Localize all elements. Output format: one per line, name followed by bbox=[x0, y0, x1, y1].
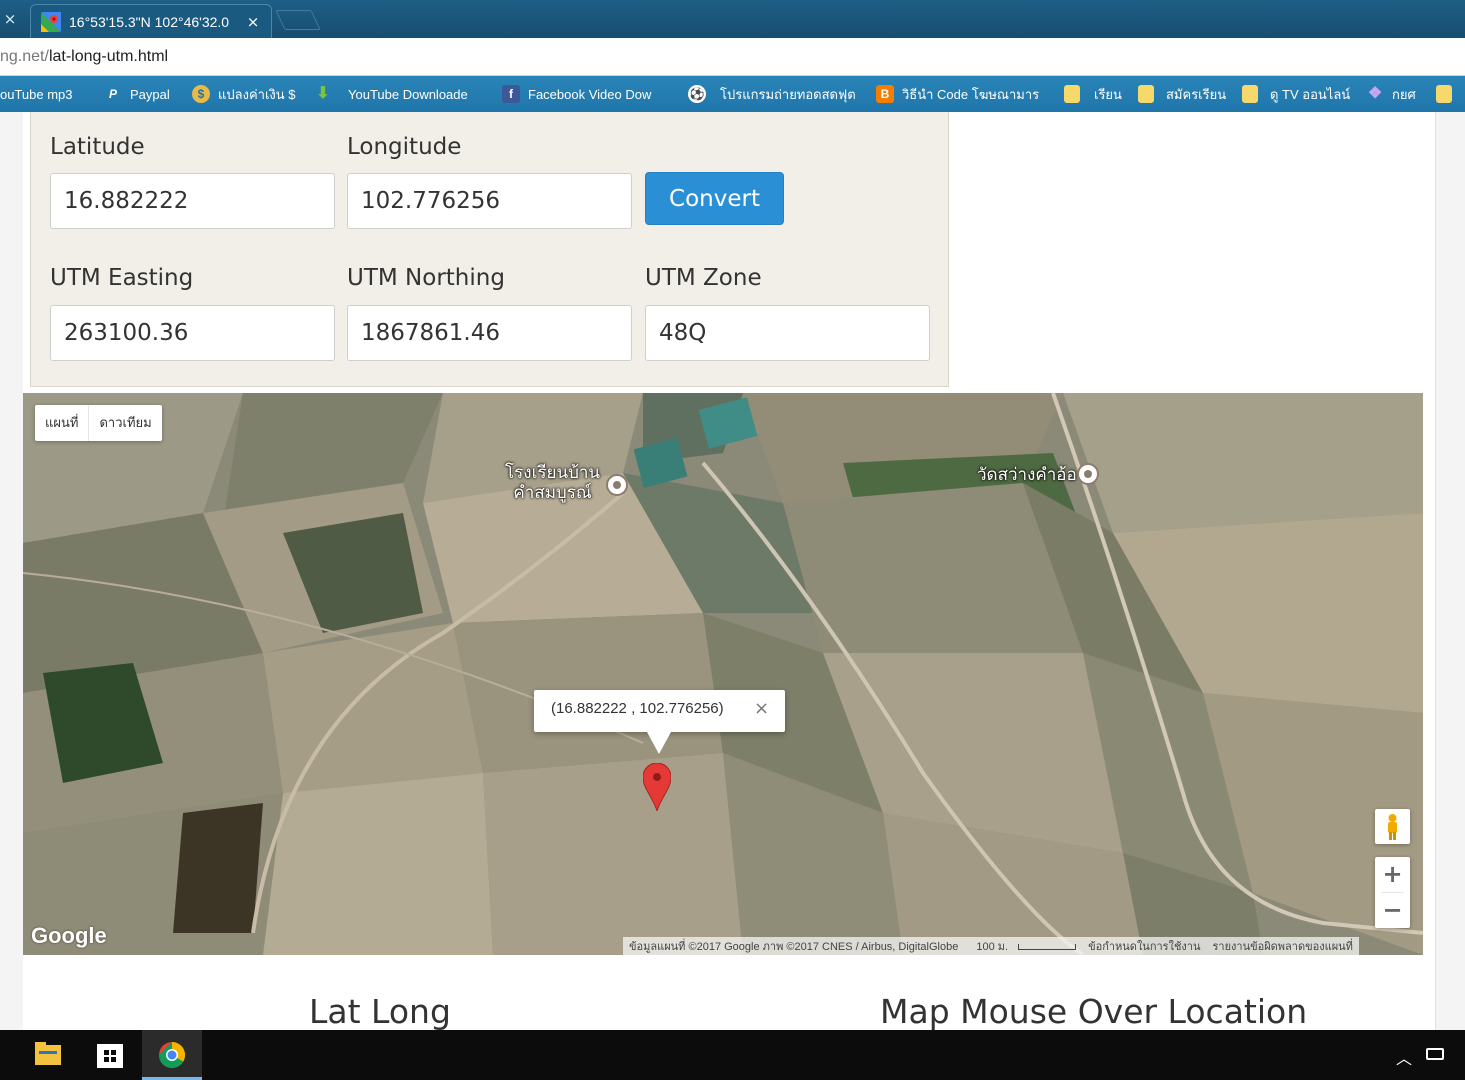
folder-icon bbox=[1138, 85, 1154, 103]
lat-long-heading: Lat Long bbox=[309, 992, 451, 1030]
previous-tab-close-icon[interactable]: × bbox=[0, 7, 20, 31]
terms-of-use-link[interactable]: ข้อกำหนดในการใช้งาน bbox=[1082, 937, 1206, 955]
school-poi-icon[interactable] bbox=[606, 474, 628, 496]
folder-icon bbox=[1436, 85, 1452, 103]
browser-tab[interactable]: 16°53'15.3"N 102°46'32.0 × bbox=[30, 4, 272, 38]
map-type-map-button[interactable]: แผนที่ bbox=[35, 405, 88, 441]
url-path: lat-long-utm.html bbox=[48, 48, 169, 65]
satellite-imagery bbox=[23, 393, 1423, 955]
folder-icon bbox=[1242, 85, 1258, 103]
bookmark-facebook-video[interactable]: f Facebook Video Dow bbox=[502, 82, 674, 106]
battery-icon[interactable] bbox=[1426, 1048, 1444, 1060]
bookmark-folder-learn[interactable]: เรียน bbox=[1064, 82, 1128, 106]
bookmark-youtube-downloader[interactable]: ⬇ YouTube Downloade bbox=[314, 82, 486, 106]
utm-zone-label: UTM Zone bbox=[645, 265, 762, 291]
converter-form: Latitude 16.882222 Longitude 102.776256 … bbox=[30, 112, 949, 387]
utm-northing-label: UTM Northing bbox=[347, 265, 505, 291]
file-explorer-icon[interactable] bbox=[18, 1030, 78, 1080]
mouse-over-heading: Map Mouse Over Location bbox=[880, 992, 1308, 1030]
url-domain: ng.net/ bbox=[0, 48, 49, 65]
page-viewport: Latitude 16.882222 Longitude 102.776256 … bbox=[0, 112, 1465, 1030]
convert-button[interactable]: Convert bbox=[645, 172, 784, 225]
bookmark-folder-enroll[interactable]: สมัครเรียน bbox=[1138, 82, 1232, 106]
address-bar[interactable]: ng.net/lat-long-utm.html bbox=[0, 38, 1465, 76]
pegman-figure-icon bbox=[1388, 814, 1397, 840]
bookmark-label: YouTube Downloade bbox=[348, 86, 468, 102]
facebook-icon: f bbox=[502, 85, 520, 103]
bookmark-paypal[interactable]: P Paypal bbox=[104, 82, 190, 106]
zoom-control: + − bbox=[1375, 857, 1410, 928]
street-view-pegman-icon[interactable] bbox=[1375, 809, 1410, 844]
info-window-coordinates: (16.882222 , 102.776256) bbox=[551, 700, 724, 717]
temple-map-label[interactable]: วัดสว่างคำอ้อ bbox=[977, 465, 1077, 485]
zoom-out-button[interactable]: − bbox=[1375, 893, 1410, 928]
scale-label: 100 ม. bbox=[976, 941, 1009, 953]
google-logo[interactable]: Google bbox=[31, 923, 107, 949]
bookmark-youtube-mp3[interactable]: ouTube mp3 bbox=[0, 82, 92, 106]
scale-bar bbox=[1018, 944, 1077, 950]
football-icon: ⚽ bbox=[688, 85, 706, 103]
map-type-control: แผนที่ ดาวเทียม bbox=[35, 405, 162, 441]
utm-zone-input[interactable]: 48Q bbox=[645, 305, 930, 361]
bookmark-label: กยศ bbox=[1392, 86, 1416, 102]
google-maps-favicon-icon bbox=[41, 12, 61, 32]
currency-icon: $ bbox=[192, 85, 210, 103]
bookmark-label: วิธีนำ Code โฆษณามาร bbox=[902, 86, 1040, 102]
map-data-attribution: ข้อมูลแผนที่ ©2017 Google ภาพ ©2017 CNES… bbox=[629, 941, 959, 953]
school-label-line2: คำสมบูรณ์ bbox=[513, 483, 592, 503]
temple-poi-icon[interactable] bbox=[1077, 463, 1099, 485]
utm-easting-label: UTM Easting bbox=[50, 265, 194, 291]
download-arrow-icon: ⬇ bbox=[316, 85, 330, 102]
longitude-label: Longitude bbox=[347, 134, 462, 160]
bookmark-label: ouTube mp3 bbox=[0, 86, 73, 102]
store-bag-icon bbox=[97, 1044, 123, 1068]
folder-glyph-icon bbox=[35, 1042, 61, 1065]
bookmark-label: แปลงค่าเงิน $ bbox=[218, 86, 296, 102]
tab-title: 16°53'15.3"N 102°46'32.0 bbox=[69, 14, 230, 30]
chevron-up-icon[interactable]: ︿ bbox=[1396, 1045, 1412, 1069]
chrome-icon bbox=[158, 1041, 186, 1069]
store-icon[interactable] bbox=[80, 1030, 140, 1080]
location-marker-icon[interactable] bbox=[643, 763, 671, 811]
bookmark-label: Facebook Video Dow bbox=[528, 86, 652, 102]
bookmark-football-stream[interactable]: ⚽ โปรแกรมถ่ายทอดสดฟุต bbox=[688, 82, 860, 106]
url-text[interactable]: ng.net/lat-long-utm.html bbox=[0, 47, 168, 67]
bookmark-label: เรียน bbox=[1094, 86, 1122, 102]
bookmark-folder-more[interactable] bbox=[1436, 82, 1465, 106]
bookmark-folder-tv[interactable]: ดู TV ออนไลน์ bbox=[1242, 82, 1358, 106]
map-type-satellite-button[interactable]: ดาวเทียม bbox=[88, 405, 161, 441]
utm-easting-input[interactable]: 263100.36 bbox=[50, 305, 335, 361]
windows-taskbar: ︿ bbox=[0, 1030, 1465, 1080]
latitude-input[interactable]: 16.882222 bbox=[50, 173, 335, 229]
zoom-in-button[interactable]: + bbox=[1375, 857, 1410, 892]
bookmark-label: สมัครเรียน bbox=[1166, 86, 1227, 102]
marker-info-window: (16.882222 , 102.776256) × bbox=[534, 690, 785, 754]
map-attribution-bar: ข้อมูลแผนที่ ©2017 Google ภาพ ©2017 CNES… bbox=[623, 937, 1359, 955]
diamond-icon: ❖ bbox=[1367, 85, 1383, 102]
bookmark-label: ดู TV ออนไลน์ bbox=[1270, 86, 1351, 102]
folder-icon bbox=[1064, 85, 1080, 103]
bookmark-kyos[interactable]: ❖ กยศ bbox=[1366, 82, 1426, 106]
scale-control[interactable]: 100 ม. bbox=[964, 937, 1082, 955]
report-map-error-link[interactable]: รายงานข้อผิดพลาดของแผนที่ bbox=[1206, 937, 1358, 955]
info-window-close-icon[interactable]: × bbox=[754, 698, 769, 719]
longitude-input[interactable]: 102.776256 bbox=[347, 173, 632, 229]
chrome-taskbar-button[interactable] bbox=[142, 1030, 202, 1080]
bookmark-currency[interactable]: $ แปลงค่าเงิน $ bbox=[192, 82, 304, 106]
latitude-label: Latitude bbox=[50, 134, 145, 160]
school-map-label[interactable]: โรงเรียนบ้าน คำสมบูรณ์ bbox=[505, 463, 600, 503]
map-canvas[interactable]: แผนที่ ดาวเทียม โรงเรียนบ้าน คำสมบูรณ์ ว… bbox=[23, 393, 1423, 955]
bookmark-label: Paypal bbox=[130, 86, 170, 102]
bookmark-blogger-code[interactable]: B วิธีนำ Code โฆษณามาร bbox=[876, 82, 1052, 106]
bookmarks-bar: ouTube mp3 P Paypal $ แปลงค่าเงิน $ ⬇ Yo… bbox=[0, 76, 1465, 112]
bookmark-label: โปรแกรมถ่ายทอดสดฟุต bbox=[720, 86, 856, 102]
utm-northing-input[interactable]: 1867861.46 bbox=[347, 305, 632, 361]
tab-strip: × 16°53'15.3"N 102°46'32.0 × bbox=[0, 0, 1465, 38]
new-tab-button[interactable] bbox=[275, 10, 321, 30]
school-label-line1: โรงเรียนบ้าน bbox=[505, 463, 601, 483]
blogger-icon: B bbox=[876, 85, 894, 103]
tab-close-icon[interactable]: × bbox=[243, 11, 263, 33]
paypal-icon: P bbox=[108, 87, 117, 101]
